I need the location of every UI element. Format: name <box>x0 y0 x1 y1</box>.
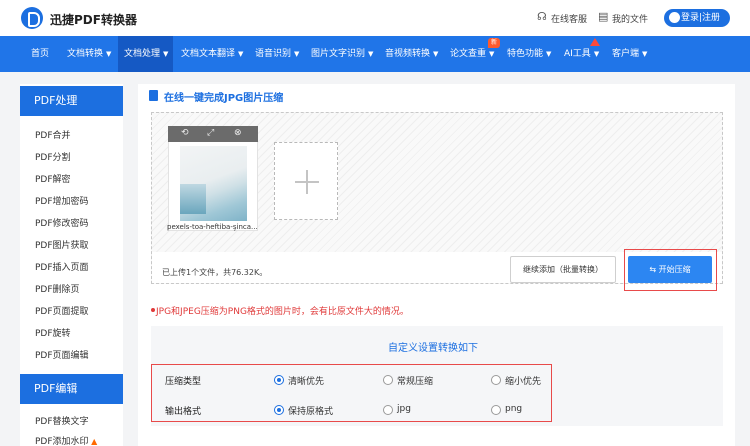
nav-speech[interactable]: 语音识别 ▼ <box>255 36 299 72</box>
logo-icon[interactable] <box>21 7 43 29</box>
sidebar-item-decrypt[interactable]: PDF解密 <box>35 172 71 185</box>
nav-home[interactable]: 首页 <box>31 36 49 72</box>
new-badge: 新 <box>488 38 501 48</box>
fire-icon <box>590 38 600 46</box>
note-bullet <box>151 308 155 312</box>
chevron-down-icon: ▼ <box>163 50 169 58</box>
radio-keep-format-label[interactable]: 保持原格式 <box>288 404 333 417</box>
login-button[interactable]: 登录|注册 <box>664 9 730 27</box>
rotate-icon[interactable]: ⟲ <box>181 128 189 138</box>
sidebar-item-watermark[interactable]: PDF添加水印 ▲ <box>35 434 97 446</box>
sidebar-item-add-password[interactable]: PDF增加密码 <box>35 194 89 207</box>
expand-icon[interactable]: ⤢ <box>207 128 214 138</box>
nav-av-convert[interactable]: 音视频转换 ▼ <box>385 36 438 72</box>
sidebar-item-image-extract[interactable]: PDF图片获取 <box>35 238 89 251</box>
chevron-down-icon: ▼ <box>368 50 374 58</box>
swap-icon: ⇆ <box>649 265 659 274</box>
sidebar-item-delete-page[interactable]: PDF删除页 <box>35 282 80 295</box>
chevron-down-icon: ▼ <box>106 50 112 58</box>
compress-note: JPG和JPEG压缩为PNG格式的图片时，会有比原文件大的情况。 <box>156 307 409 317</box>
sidebar-item-merge[interactable]: PDF合并 <box>35 128 71 141</box>
chevron-down-icon: ▼ <box>433 50 439 58</box>
start-compress-button[interactable]: ⇆ 开始压缩 <box>628 256 712 283</box>
file-toolbar: ⟲ ⤢ ⊗ <box>168 126 258 142</box>
brand-name[interactable]: 迅捷PDF转换器 <box>50 11 137 28</box>
radio-keep-format[interactable] <box>274 405 284 415</box>
chevron-down-icon: ▼ <box>546 50 552 58</box>
document-icon <box>149 90 158 101</box>
top-header: 迅捷PDF转换器 ☊ 在线客服 ▤ 我的文件 登录|注册 <box>0 0 750 36</box>
main-panel: 在线一键完成JPG图片压缩 ⟲ ⤢ ⊗ pexels-toa-heftiba-ş… <box>138 84 735 446</box>
sidebar-item-change-password[interactable]: PDF修改密码 <box>35 216 89 229</box>
user-icon <box>669 12 680 23</box>
sidebar-section-pdf-process: PDF处理 <box>20 86 123 116</box>
file-name: pexels-toa-heftiba-şinca... <box>167 223 258 231</box>
chevron-down-icon: ▼ <box>642 50 648 58</box>
radio-jpg-label[interactable]: jpg <box>397 404 411 414</box>
sidebar-item-split[interactable]: PDF分割 <box>35 150 71 163</box>
main-nav: 首页 文档转换 ▼ 文档处理 ▼ 文档文本翻译 ▼ 语音识别 ▼ 图片文字识别 ▼ 音视频… <box>0 36 750 72</box>
radio-png[interactable] <box>491 405 501 415</box>
radio-clarity-first-label[interactable]: 清晰优先 <box>288 374 324 387</box>
upload-count: 已上传1个文件，共76.32K。 <box>162 268 268 277</box>
radio-clarity-first[interactable] <box>274 375 284 385</box>
radio-png-label[interactable]: png <box>505 404 522 414</box>
radio-jpg[interactable] <box>383 405 393 415</box>
sidebar-item-page-extract[interactable]: PDF页面提取 <box>35 304 89 317</box>
headset-icon[interactable]: ☊ <box>537 10 547 23</box>
nav-doc-process[interactable]: 文档处理 ▼ <box>118 36 173 72</box>
radio-normal-compress-label[interactable]: 常规压缩 <box>397 374 433 387</box>
compress-type-label: 压缩类型 <box>165 377 202 387</box>
add-file-box[interactable] <box>274 142 338 220</box>
settings-title: 自定义设置转换如下 <box>388 343 478 354</box>
chevron-down-icon: ▼ <box>238 50 244 58</box>
nav-features[interactable]: 特色功能 ▼ <box>507 36 551 72</box>
radio-size-first-label[interactable]: 缩小优先 <box>505 374 541 387</box>
close-icon[interactable]: ⊗ <box>234 128 242 138</box>
sidebar-item-rotate[interactable]: PDF旋转 <box>35 326 71 339</box>
login-label: 登录|注册 <box>681 13 721 23</box>
nav-doc-convert[interactable]: 文档转换 ▼ <box>67 36 111 72</box>
radio-size-first[interactable] <box>491 375 501 385</box>
file-icon[interactable]: ▤ <box>598 10 608 23</box>
page: 迅捷PDF转换器 ☊ 在线客服 ▤ 我的文件 登录|注册 首页 文档转换 ▼ 文档… <box>0 0 750 446</box>
continue-add-button[interactable]: 继续添加（批量转换） <box>510 256 616 283</box>
image-thumbnail <box>180 146 247 221</box>
sidebar: PDF处理 PDF合并 PDF分割 PDF解密 PDF增加密码 PDF修改密码 … <box>20 84 123 446</box>
page-title: 在线一键完成JPG图片压缩 <box>164 93 284 104</box>
my-files-link[interactable]: 我的文件 <box>612 12 648 25</box>
radio-normal-compress[interactable] <box>383 375 393 385</box>
sidebar-item-page-edit[interactable]: PDF页面编辑 <box>35 348 89 361</box>
sidebar-section-pdf-edit: PDF编辑 <box>20 374 123 404</box>
fire-icon: ▲ <box>88 437 98 446</box>
sidebar-item-insert-page[interactable]: PDF插入页面 <box>35 260 89 273</box>
customer-service-link[interactable]: 在线客服 <box>551 12 587 25</box>
chevron-down-icon: ▼ <box>294 50 300 58</box>
sidebar-item-replace-text[interactable]: PDF替换文字 <box>35 414 89 427</box>
nav-ocr[interactable]: 图片文字识别 ▼ <box>311 36 373 72</box>
nav-translate[interactable]: 文档文本翻译 ▼ <box>181 36 243 72</box>
output-format-label: 输出格式 <box>165 407 202 417</box>
nav-client[interactable]: 客户端 ▼ <box>612 36 647 72</box>
